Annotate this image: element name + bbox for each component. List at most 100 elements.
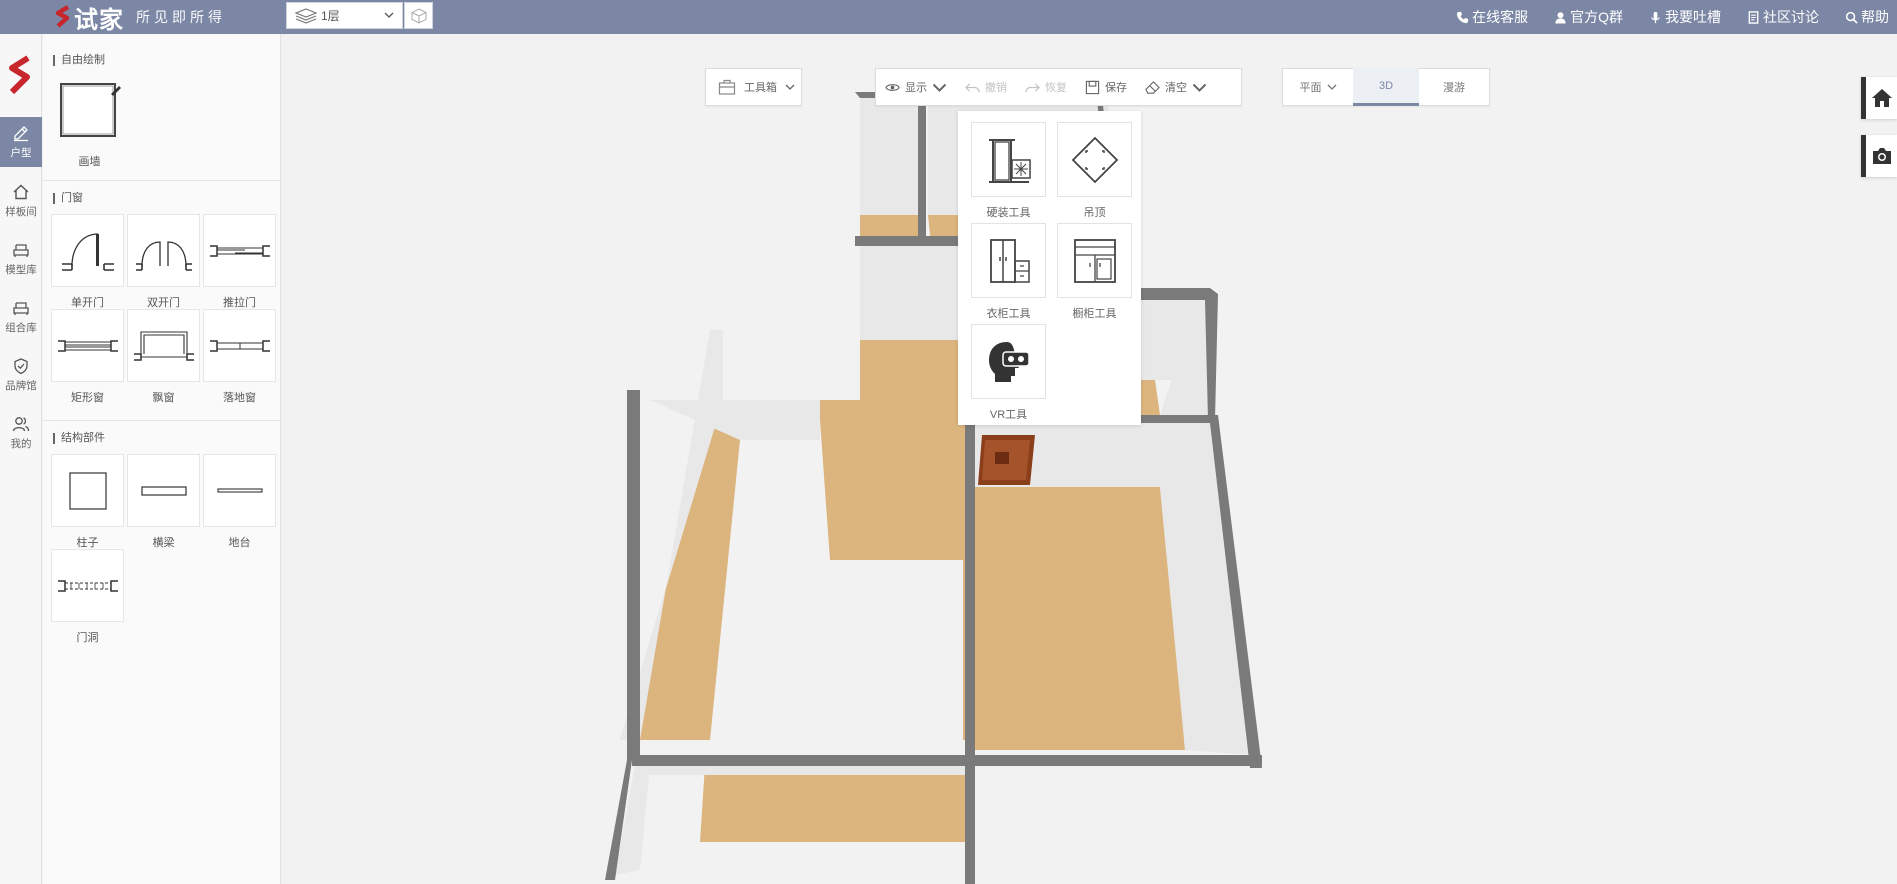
tile-rect-window[interactable]: 矩形窗: [51, 309, 124, 405]
sofa-icon: [13, 302, 29, 315]
tile-label: 门洞: [76, 632, 99, 644]
undo-button[interactable]: 撤销: [956, 68, 1016, 106]
user-icon: [1555, 11, 1566, 24]
tile-column[interactable]: 柱子: [51, 454, 124, 550]
tile-label: 横梁: [152, 537, 175, 549]
layers-icon: [295, 7, 317, 24]
official-qq-group-link[interactable]: 官方Q群: [1554, 7, 1623, 27]
home-icon: [1871, 89, 1892, 107]
home-view-button[interactable]: [1861, 77, 1897, 119]
draw-wall-icon: [59, 82, 121, 137]
left-nav-rail: 户型 样板间 模型库 组合库 品牌馆 我的: [0, 34, 50, 884]
rail-item-mine[interactable]: 我的: [0, 408, 42, 458]
tile-draw-wall[interactable]: 画墙: [53, 73, 126, 169]
toolbox-popup: 硬装工具 吊顶 衣柜工具 橱柜工具 VR工具: [958, 111, 1141, 425]
brand-logo-icon: [55, 5, 70, 28]
rail-item-floorplan[interactable]: 户型: [0, 117, 50, 167]
clear-button[interactable]: 清空: [1136, 68, 1216, 106]
rail-item-combo-library[interactable]: 组合库: [0, 292, 42, 342]
platform-icon: [216, 487, 263, 493]
top-links: 在线客服 官方Q群 我要吐槽 社区讨论 帮助: [1456, 0, 1889, 34]
floor-select[interactable]: 1层: [286, 2, 403, 29]
feedback-link[interactable]: 我要吐槽: [1649, 7, 1721, 27]
main-toolbar: 显示 撤销 恢复 保存 清空: [875, 68, 1242, 106]
tile-label: 推拉门: [223, 297, 256, 309]
section-title-structure: 结构部件: [53, 433, 105, 444]
tile-label: 飘窗: [152, 392, 175, 404]
chevron-down-icon: [1192, 83, 1207, 92]
tile-label: 画墙: [78, 156, 101, 168]
tool-wardrobe[interactable]: 衣柜工具: [971, 223, 1046, 321]
tab-roam[interactable]: 漫游: [1419, 68, 1489, 106]
cabinet-icon: [1073, 238, 1116, 283]
design-canvas[interactable]: 工具箱 显示 撤销 恢复 保存 清空 平面 3D 漫游 硬装工具 吊顶 衣柜工具…: [282, 34, 1897, 884]
tool-cabinet[interactable]: 橱柜工具: [1057, 223, 1132, 321]
chevron-down-icon: [785, 84, 795, 90]
tool-label: 吊顶: [1083, 207, 1106, 219]
single-door-icon: [61, 232, 114, 271]
rail-item-model-library[interactable]: 模型库: [0, 234, 42, 284]
tab-3d[interactable]: 3D: [1353, 68, 1419, 106]
brand-slogan: 所见即所得: [136, 10, 226, 26]
undo-icon: [965, 82, 980, 92]
vr-headset-icon: [988, 341, 1030, 382]
chevron-down-icon: [1327, 84, 1336, 90]
toolbox-label: 工具箱: [744, 82, 777, 94]
column-icon: [68, 471, 107, 510]
toolbox-icon: [718, 79, 736, 95]
tile-sliding-door[interactable]: 推拉门: [203, 214, 276, 310]
tile-label: 双开门: [147, 297, 180, 309]
cube-view-button[interactable]: [404, 2, 433, 29]
rail-item-brand-hall[interactable]: 品牌馆: [0, 350, 42, 400]
save-icon: [1085, 80, 1100, 94]
tile-platform[interactable]: 地台: [203, 454, 276, 550]
app-logo-icon: [9, 55, 30, 95]
tile-beam[interactable]: 横梁: [127, 454, 200, 550]
online-service-link[interactable]: 在线客服: [1456, 7, 1528, 27]
tile-door-opening[interactable]: 门洞: [51, 549, 124, 645]
redo-icon: [1025, 82, 1040, 92]
wardrobe-icon: [989, 238, 1030, 283]
wood-door-model: [978, 435, 1035, 485]
help-link[interactable]: 帮助: [1845, 7, 1889, 27]
screenshot-button[interactable]: [1861, 135, 1897, 177]
view-mode-tabs: 平面 3D 漫游: [1282, 68, 1490, 106]
sliding-door-icon: [209, 244, 270, 257]
ceiling-icon: [1071, 136, 1118, 183]
beam-icon: [140, 485, 187, 496]
tile-label: 落地窗: [223, 392, 256, 404]
tile-label: 柱子: [76, 537, 99, 549]
tool-hardware[interactable]: 硬装工具: [971, 122, 1046, 220]
top-bar: 试家 所见即所得 1层 在线客服 官方Q群 我要吐槽 社区讨论 帮助: [0, 0, 1897, 34]
door-opening-icon: [57, 579, 118, 592]
tab-plan[interactable]: 平面: [1283, 68, 1353, 106]
tile-double-door[interactable]: 双开门: [127, 214, 200, 310]
tile-single-door[interactable]: 单开门: [51, 214, 124, 310]
hardware-tool-icon: [988, 138, 1031, 183]
community-link[interactable]: 社区讨论: [1747, 7, 1819, 27]
home-icon: [13, 184, 29, 200]
users-icon: [12, 417, 30, 432]
tool-vr[interactable]: VR工具: [971, 324, 1046, 422]
brand-name: 试家: [74, 6, 124, 34]
tile-label: 地台: [228, 537, 251, 549]
camera-icon: [1872, 148, 1891, 164]
toolbox-toggle[interactable]: 工具箱: [705, 68, 802, 106]
rail-item-showroom[interactable]: 样板间: [0, 176, 42, 226]
tool-label: 衣柜工具: [986, 308, 1031, 320]
tile-floor-window[interactable]: 落地窗: [203, 309, 276, 405]
cube-icon: [411, 7, 426, 24]
brand[interactable]: 试家 所见即所得: [54, 3, 226, 34]
redo-button[interactable]: 恢复: [1016, 68, 1076, 106]
eraser-icon: [1145, 80, 1160, 94]
rect-window-icon: [57, 339, 118, 352]
sofa-icon: [13, 244, 29, 257]
tool-ceiling[interactable]: 吊顶: [1057, 122, 1132, 220]
tile-bay-window[interactable]: 飘窗: [127, 309, 200, 405]
display-button[interactable]: 显示: [876, 68, 956, 106]
floor-value: 1层: [321, 9, 340, 23]
tile-label: 单开门: [71, 297, 104, 309]
chevron-down-icon: [932, 83, 947, 92]
save-button[interactable]: 保存: [1076, 68, 1136, 106]
phone-icon: [1457, 11, 1469, 23]
